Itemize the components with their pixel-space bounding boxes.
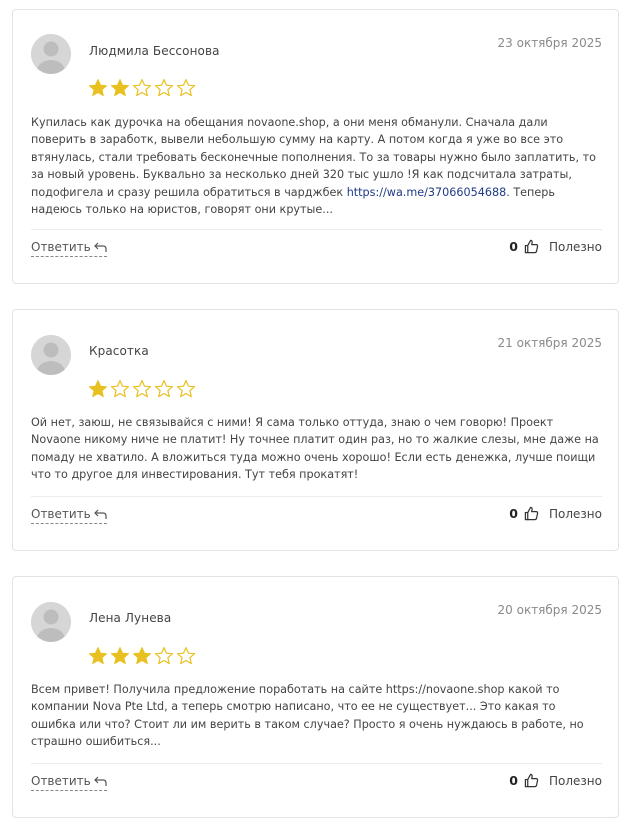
star-empty-icon [176, 79, 196, 97]
reply-label: Ответить [31, 240, 91, 254]
avatar [31, 34, 71, 74]
helpful-widget: 0 Полезно [509, 239, 602, 254]
helpful-widget: 0 Полезно [509, 506, 602, 521]
review-card: Людмила Бессонова 23 октября 2025 Купила… [12, 9, 619, 284]
review-date: 23 октября 2025 [497, 36, 602, 50]
thumbs-up-icon[interactable] [524, 773, 539, 788]
star-empty-icon [176, 380, 196, 398]
star-filled-icon [133, 647, 151, 665]
review-text: Всем привет! Получила предложение порабо… [31, 681, 602, 751]
review-author: Красотка [89, 344, 149, 358]
reply-arrow-icon [93, 509, 107, 519]
star-empty-icon [132, 79, 152, 97]
thumbs-up-icon[interactable] [524, 239, 539, 254]
star-filled-icon [111, 79, 129, 97]
reply-label: Ответить [31, 507, 91, 521]
star-filled-icon [89, 380, 107, 398]
divider [31, 763, 602, 764]
star-rating [88, 379, 196, 399]
helpful-label[interactable]: Полезно [549, 507, 602, 521]
user-silhouette-icon [31, 335, 71, 375]
star-empty-icon [154, 647, 174, 665]
helpful-count: 0 [509, 506, 518, 521]
review-text-part: Всем привет! Получила предложение порабо… [31, 683, 584, 749]
review-date: 20 октября 2025 [497, 603, 602, 617]
star-rating [88, 646, 196, 666]
helpful-label[interactable]: Полезно [549, 774, 602, 788]
star-empty-icon [176, 647, 196, 665]
reply-button[interactable]: Ответить [31, 240, 107, 257]
review-text: Ой нет, заюш, не связывайся с ними! Я са… [31, 414, 602, 484]
review-card: Лена Лунева 20 октября 2025 Всем привет!… [12, 576, 619, 818]
divider [31, 229, 602, 230]
helpful-count: 0 [509, 239, 518, 254]
review-card: Красотка 21 октября 2025 Ой нет, заюш, н… [12, 309, 619, 551]
star-filled-icon [89, 79, 107, 97]
review-author: Лена Лунева [89, 611, 172, 625]
reply-button[interactable]: Ответить [31, 774, 107, 791]
reply-label: Ответить [31, 774, 91, 788]
review-text: Купилась как дурочка на обещания novaone… [31, 114, 602, 218]
thumbs-up-icon[interactable] [524, 506, 539, 521]
review-text-part: Ой нет, заюш, не связывайся с ними! Я са… [31, 416, 599, 482]
reply-button[interactable]: Ответить [31, 507, 107, 524]
review-date: 21 октября 2025 [497, 336, 602, 350]
divider [31, 496, 602, 497]
user-silhouette-icon [31, 602, 71, 642]
star-filled-icon [111, 647, 129, 665]
helpful-label[interactable]: Полезно [549, 240, 602, 254]
review-author: Людмила Бессонова [89, 44, 220, 58]
review-link[interactable]: https://wa.me/37066054688 [347, 186, 507, 199]
user-silhouette-icon [31, 34, 71, 74]
star-empty-icon [154, 380, 174, 398]
avatar [31, 335, 71, 375]
star-empty-icon [110, 380, 130, 398]
reply-arrow-icon [93, 242, 107, 252]
helpful-widget: 0 Полезно [509, 773, 602, 788]
star-empty-icon [154, 79, 174, 97]
star-filled-icon [89, 647, 107, 665]
star-rating [88, 78, 196, 98]
star-empty-icon [132, 380, 152, 398]
reply-arrow-icon [93, 776, 107, 786]
helpful-count: 0 [509, 773, 518, 788]
avatar [31, 602, 71, 642]
